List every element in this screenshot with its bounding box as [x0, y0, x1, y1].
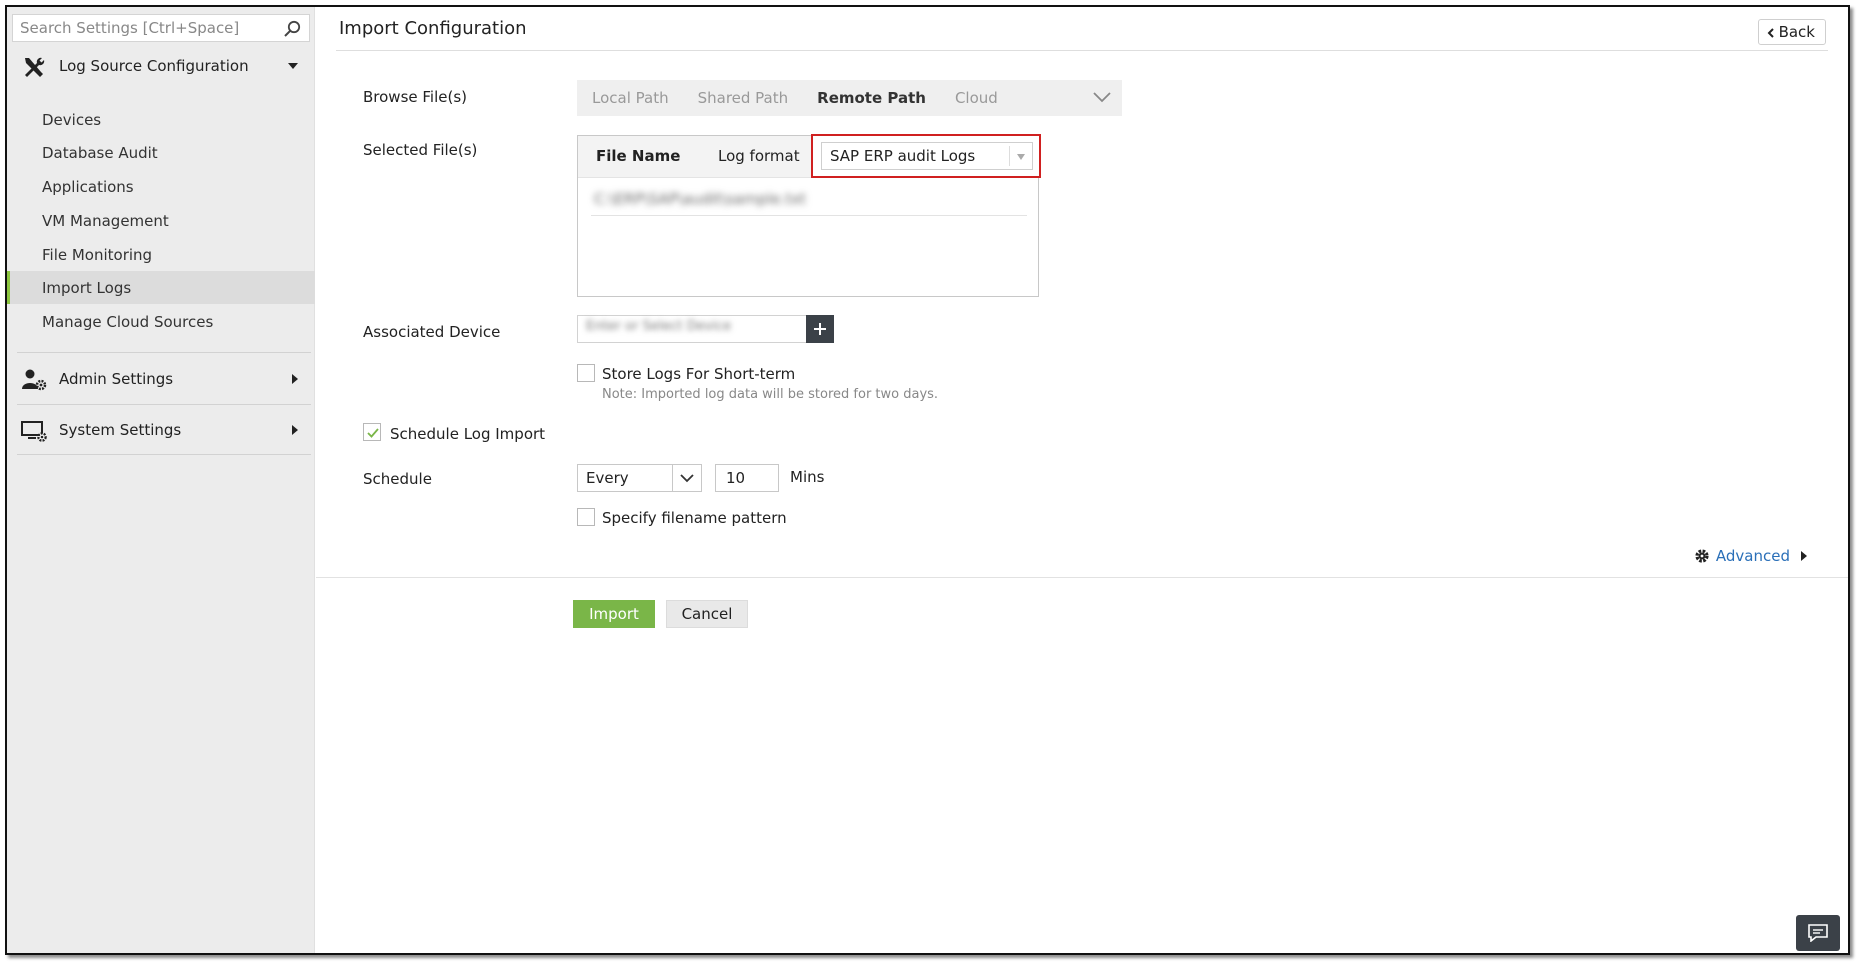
- divider: [336, 50, 1828, 51]
- import-button[interactable]: Import: [573, 600, 655, 628]
- divider: [17, 352, 311, 353]
- sidebar-item-database-audit[interactable]: Database Audit: [7, 136, 315, 169]
- back-button[interactable]: Back: [1757, 19, 1826, 45]
- store-short-term-label: Store Logs For Short-term: [602, 365, 796, 383]
- caret-down-icon: [1017, 154, 1025, 160]
- section-log-source-configuration[interactable]: Log Source Configuration: [7, 44, 315, 88]
- sidebar-item-label: Applications: [42, 177, 134, 196]
- tab-remote-path[interactable]: Remote Path: [817, 89, 926, 107]
- settings-sidebar: Log Source Configuration Devices Databas…: [7, 7, 315, 953]
- chat-button[interactable]: [1796, 915, 1840, 951]
- checkmark-icon: [367, 428, 379, 438]
- section-label: Log Source Configuration: [59, 57, 249, 75]
- schedule-interval-input[interactable]: [715, 464, 779, 492]
- app-window: Log Source Configuration Devices Databas…: [5, 5, 1850, 955]
- main-content: Import Configuration Back Browse File(s)…: [316, 7, 1848, 953]
- sidebar-item-label: Manage Cloud Sources: [42, 312, 214, 331]
- sidebar-item-file-monitoring[interactable]: File Monitoring: [7, 238, 315, 271]
- log-format-value: SAP ERP audit Logs: [830, 147, 976, 165]
- schedule-frequency-select[interactable]: Every: [577, 464, 702, 492]
- sidebar-item-devices[interactable]: Devices: [7, 103, 315, 136]
- sidebar-item-manage-cloud-sources[interactable]: Manage Cloud Sources: [7, 305, 315, 338]
- section-label: System Settings: [59, 421, 182, 439]
- filename-pattern-checkbox[interactable]: [577, 508, 595, 526]
- sidebar-item-label: VM Management: [42, 211, 169, 230]
- section-label: Admin Settings: [59, 370, 174, 388]
- file-name-cell: C:\ERP\SAP\audit\sample.txt: [594, 190, 807, 208]
- browse-tabs: Local Path Shared Path Remote Path Cloud: [577, 80, 1122, 116]
- highlight-box: SAP ERP audit Logs: [811, 134, 1041, 178]
- plus-icon: [814, 323, 826, 335]
- associated-device-input[interactable]: Enter or Select Device: [577, 315, 807, 343]
- monitor-gear-icon: [21, 421, 47, 442]
- gear-icon: [1695, 549, 1709, 563]
- add-device-button[interactable]: [806, 315, 834, 343]
- cancel-button[interactable]: Cancel: [666, 600, 748, 628]
- store-short-term-checkbox[interactable]: [577, 364, 595, 382]
- search-box: [12, 14, 310, 42]
- search-settings-input[interactable]: [13, 15, 268, 41]
- caret-right-icon: [292, 425, 298, 435]
- chat-icon: [1808, 924, 1828, 942]
- page-title: Import Configuration: [339, 18, 527, 39]
- sidebar-item-label: Devices: [42, 110, 102, 129]
- select-separator: [672, 465, 673, 491]
- caret-down-icon: [288, 63, 298, 69]
- caret-right-icon: [1801, 551, 1807, 561]
- associated-device-label: Associated Device: [363, 323, 501, 341]
- user-gear-icon: [22, 369, 47, 391]
- tools-icon: [25, 57, 45, 77]
- divider: [17, 404, 311, 405]
- log-format-select[interactable]: SAP ERP audit Logs: [821, 142, 1033, 170]
- sidebar-item-label: Database Audit: [42, 143, 158, 162]
- advanced-link[interactable]: Advanced: [1694, 547, 1808, 565]
- sidebar-item-applications[interactable]: Applications: [7, 170, 315, 203]
- schedule-label: Schedule: [363, 470, 432, 488]
- select-separator: [1009, 146, 1010, 166]
- tab-local-path[interactable]: Local Path: [592, 89, 669, 107]
- selected-files-label: Selected File(s): [363, 141, 478, 159]
- chevron-down-icon: [680, 474, 694, 483]
- column-log-format: Log format: [718, 147, 800, 165]
- sidebar-item-label: Import Logs: [42, 278, 132, 297]
- search-icon[interactable]: [283, 20, 301, 38]
- tab-shared-path[interactable]: Shared Path: [698, 89, 789, 107]
- sidebar-item-label: File Monitoring: [42, 245, 153, 264]
- schedule-frequency-value: Every: [586, 469, 629, 487]
- section-system-settings[interactable]: System Settings: [7, 408, 315, 452]
- divider: [17, 454, 311, 455]
- browse-files-label: Browse File(s): [363, 88, 468, 106]
- sidebar-item-vm-management[interactable]: VM Management: [7, 204, 315, 237]
- selected-files-table: File Name Log format SAP ERP audit Logs …: [577, 134, 1041, 297]
- tab-cloud[interactable]: Cloud: [955, 89, 998, 107]
- schedule-log-import-checkbox[interactable]: [363, 423, 381, 441]
- associated-device-value: Enter or Select Device: [586, 319, 732, 334]
- chevron-left-icon: [1767, 28, 1774, 38]
- advanced-label: Advanced: [1715, 547, 1790, 565]
- store-short-term-note: Note: Imported log data will be stored f…: [602, 387, 939, 402]
- divider: [316, 577, 1848, 578]
- table-row[interactable]: C:\ERP\SAP\audit\sample.txt: [591, 188, 1027, 216]
- section-admin-settings[interactable]: Admin Settings: [7, 357, 315, 401]
- schedule-log-import-label: Schedule Log Import: [390, 425, 546, 443]
- column-file-name: File Name: [596, 147, 681, 165]
- sidebar-item-import-logs[interactable]: Import Logs: [7, 271, 315, 304]
- filename-pattern-label: Specify filename pattern: [602, 509, 787, 527]
- back-button-label: Back: [1778, 23, 1815, 41]
- schedule-unit-label: Mins: [790, 468, 825, 486]
- chevron-down-icon[interactable]: [1092, 90, 1112, 104]
- caret-right-icon: [292, 374, 298, 384]
- table-header: File Name Log format SAP ERP audit Logs: [578, 134, 1041, 178]
